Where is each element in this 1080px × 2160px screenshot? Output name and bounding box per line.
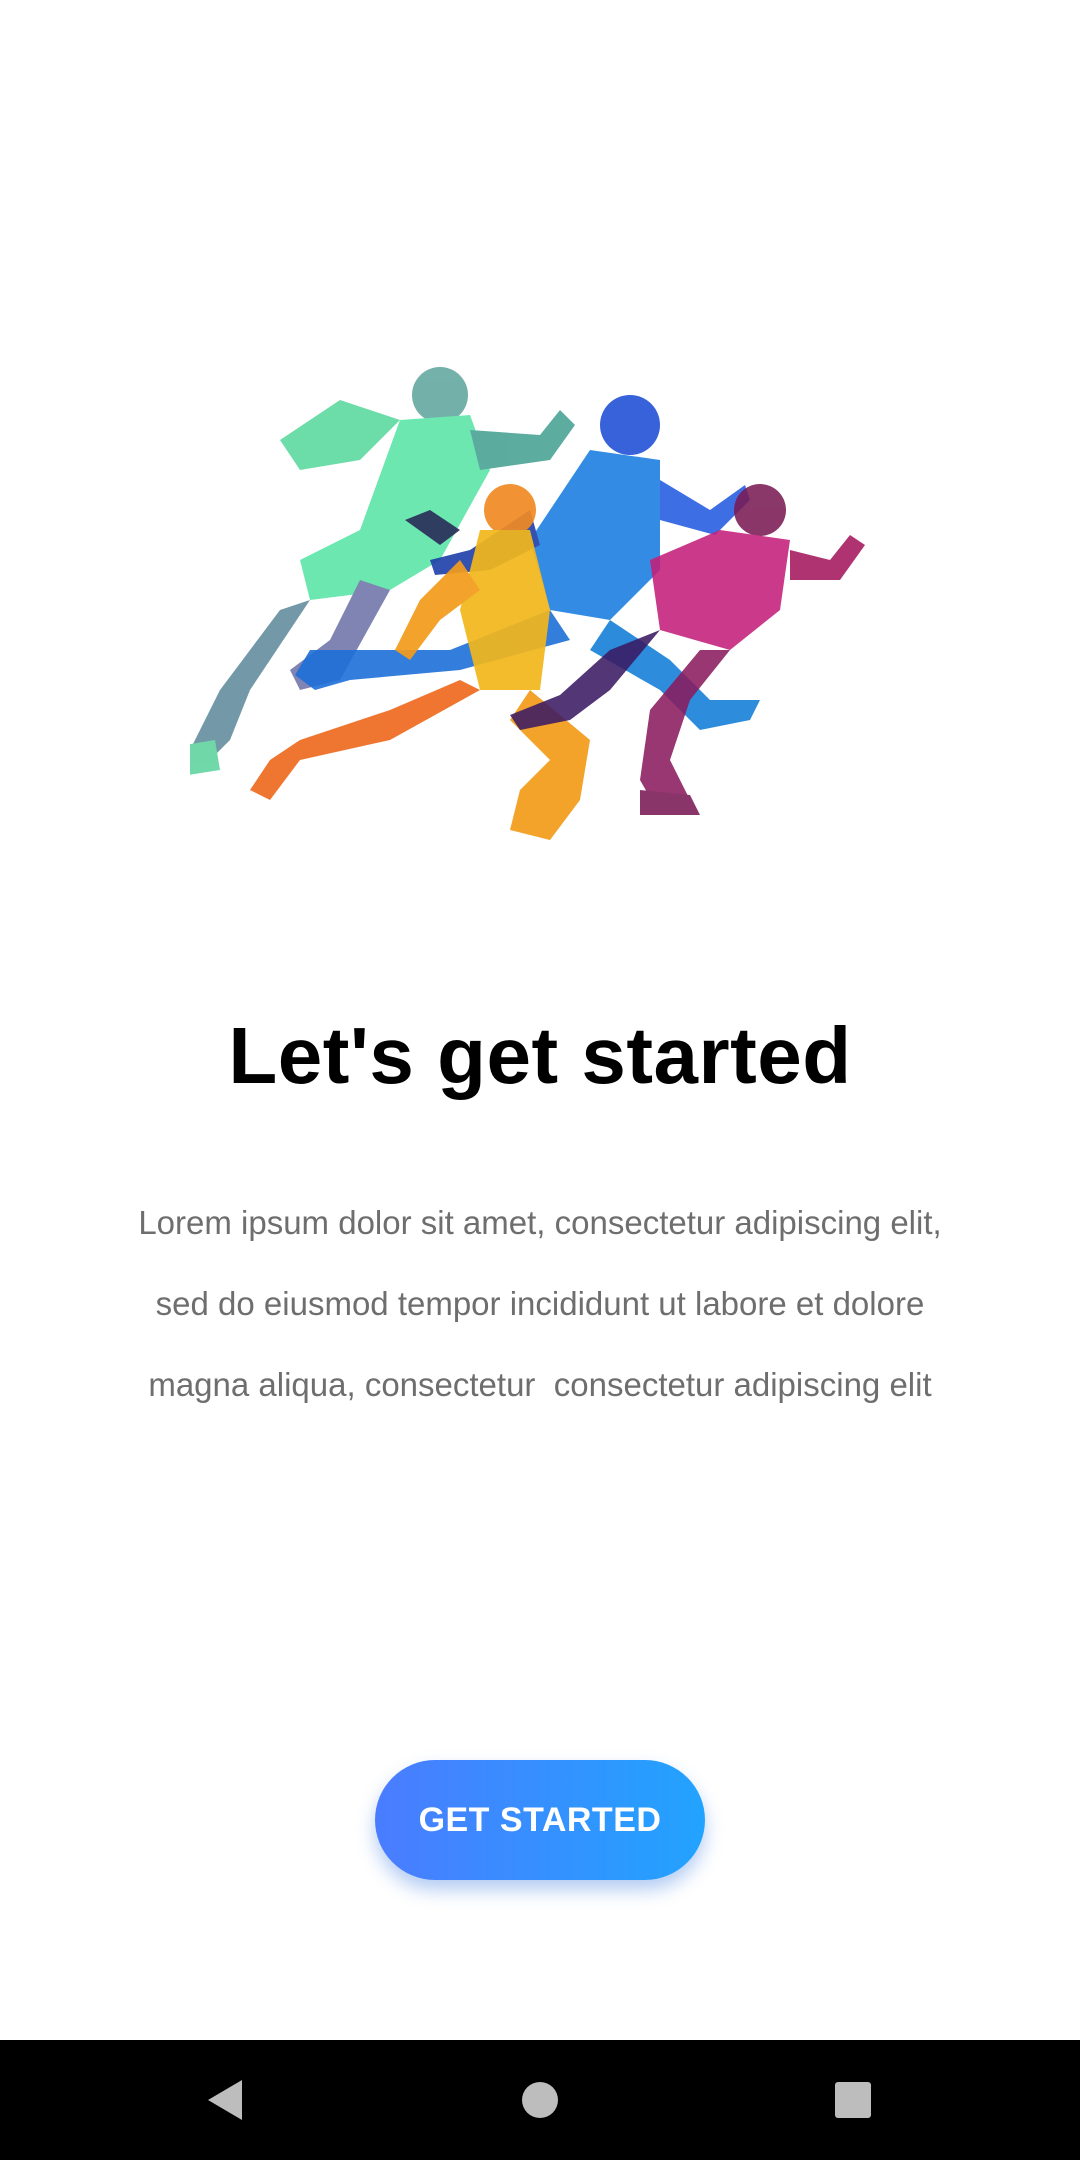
description-line: magna aliqua, consectetur consectetur ad…: [148, 1366, 932, 1403]
description-line: sed do eiusmod tempor incididunt ut labo…: [155, 1285, 925, 1322]
page-title: Let's get started: [228, 1011, 852, 1100]
recents-button[interactable]: [793, 2040, 913, 2160]
back-icon: [208, 2080, 242, 2120]
home-button[interactable]: [480, 2040, 600, 2160]
system-navigation-bar: [0, 2040, 1080, 2160]
runners-illustration: [190, 360, 870, 940]
get-started-button[interactable]: GET STARTED: [375, 1760, 705, 1880]
onboarding-screen: Let's get started Lorem ipsum dolor sit …: [0, 0, 1080, 2160]
recents-icon: [835, 2082, 871, 2118]
home-icon: [522, 2082, 558, 2118]
back-button[interactable]: [165, 2040, 285, 2160]
description-text: Lorem ipsum dolor sit amet, consectetur …: [80, 1182, 1000, 1425]
description-line: Lorem ipsum dolor sit amet, consectetur …: [138, 1204, 942, 1241]
